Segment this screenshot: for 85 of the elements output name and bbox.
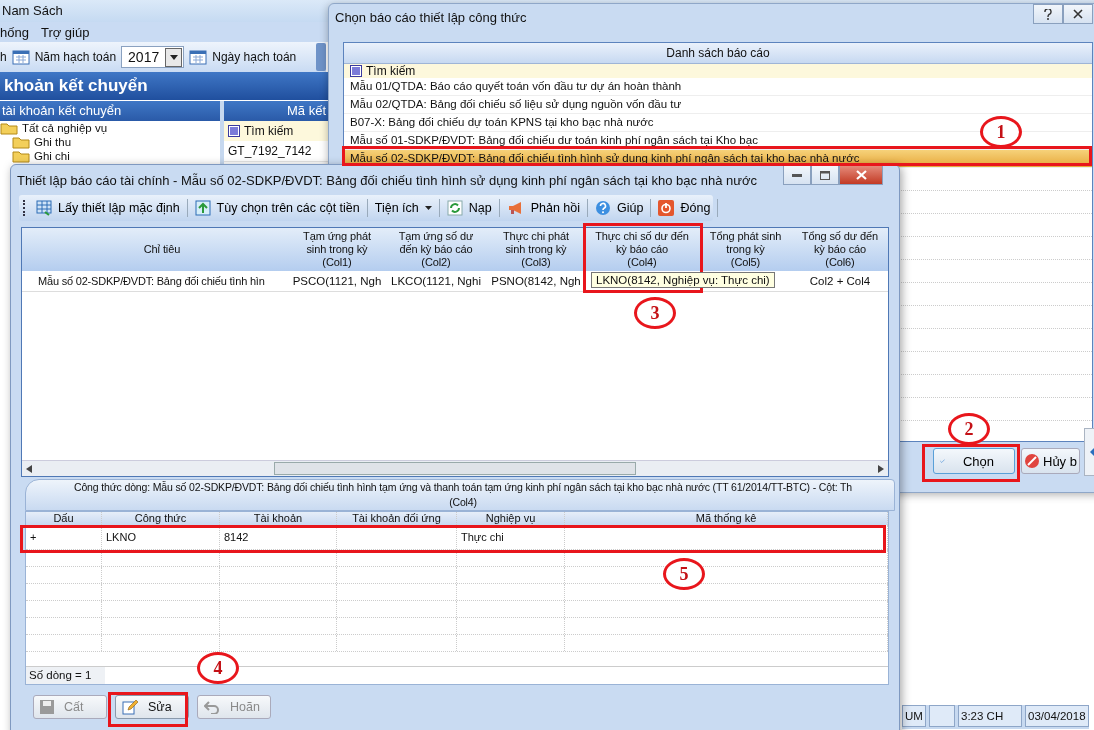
default-button[interactable]: Lấy thiết lập mặc định	[29, 199, 188, 217]
folder-icon	[12, 135, 30, 149]
menu-button[interactable]: Tiện ích	[367, 199, 440, 217]
table-cell: +	[26, 525, 102, 549]
upload-icon	[194, 200, 211, 216]
close-button[interactable]	[1063, 4, 1093, 24]
tree-item[interactable]: Tất cả nghiệp vụ	[0, 121, 220, 135]
question-icon	[1044, 8, 1052, 20]
filter-icon	[228, 125, 240, 137]
table-cell-text: LKCO(1121, Nghi	[390, 275, 482, 287]
status-pane: 3:23 CH	[958, 705, 1022, 727]
feedback-button[interactable]: Phản hồi	[499, 199, 589, 217]
column-header: Tạm ứng số dư đến kỳ báo cáo (Col2)	[397, 230, 475, 269]
table-icon	[36, 200, 52, 216]
year-dropdown[interactable]: 2017	[121, 46, 185, 68]
column-header: Tổng phát sinh trong kỳ (Col5)	[708, 230, 783, 269]
column-header: Tổng số dư đến kỳ báo cáo (Col6)	[800, 230, 880, 269]
power-icon	[658, 200, 675, 216]
options-button[interactable]: Tùy chọn trên các cột tiền	[187, 199, 368, 217]
column-header: Tài khoản	[220, 512, 337, 525]
formula-tab[interactable]: Công thức dòng: Mẫu số 02-SDKP/ĐVDT: Bảng đối chiếu tình hình tạm ứng và thanh toán tạm ứng kinh phí ngân sách tại kho bạc nhà nước (TT 61/2014/TT-BTC) - Cột: Th (Col4)	[25, 479, 895, 511]
edit-button[interactable]: Sửa	[115, 695, 189, 719]
column-header: Dấu	[26, 512, 102, 525]
table-cell: 8142	[220, 525, 337, 549]
section-heading: khoản kết chuyển	[0, 72, 330, 100]
toolbar-label: h	[0, 50, 7, 64]
table-cell-text: Col2 + Col4	[808, 275, 872, 287]
column-header: Chỉ tiêu	[142, 243, 182, 256]
scroll-right-icon	[878, 464, 884, 473]
dialog-title: Thiết lập báo cáo tài chính - Mẫu số 02-SDKP/ĐVDT: Bảng đối chiếu tình hình sử dụng kinh phí ngân sách tại kho bạc nhà nước	[17, 172, 757, 188]
undo-icon	[204, 700, 220, 714]
table-cell-text: Mẫu số 02-SDKP/ĐVDT: Bảng đối chiếu tình hìn	[37, 275, 266, 287]
cancel-button[interactable]: Hủy b	[1021, 448, 1080, 474]
floppy-icon	[40, 700, 54, 714]
help-icon	[595, 200, 612, 216]
date-label: Ngày hạch toán	[212, 50, 297, 64]
calendar-icon	[189, 49, 208, 65]
prohibited-icon	[1024, 453, 1040, 469]
help-button[interactable]	[1033, 4, 1063, 24]
table-cell: LKNO	[102, 525, 220, 549]
tree-item[interactable]: Ghi thu	[0, 135, 220, 149]
column-header: Tạm ứng phát sinh trong kỳ (Col1)	[302, 230, 372, 269]
column-header: Thực chi số dư đến kỳ báo cáo (Col4)	[594, 230, 690, 269]
list-item[interactable]: Mẫu 02/QTDA: Bảng đối chiếu số liệu sử dụng nguồn vốn đầu tư	[344, 96, 1092, 114]
close-icon	[855, 170, 867, 180]
pencil-icon	[122, 699, 138, 715]
column-header: Nghiệp vụ	[457, 512, 565, 525]
list-item[interactable]: Mẫu 01/QTDA: Báo cáo quyết toán vốn đầu tư dự án hoàn thành	[344, 78, 1092, 96]
caret-icon	[424, 206, 432, 210]
tree-item[interactable]: Ghi chi	[0, 149, 220, 163]
close-icon	[1073, 9, 1083, 19]
column-header: Mã kết	[224, 101, 330, 121]
status-pane: UM	[902, 705, 926, 727]
menu-item[interactable]: Trợ giúp	[40, 24, 90, 40]
reload-button[interactable]: Nạp	[439, 199, 500, 217]
table-cell-text: PSNO(8142, Ngh	[490, 275, 582, 287]
minimize-button[interactable]	[783, 165, 811, 185]
close-button[interactable]	[839, 165, 883, 185]
restore-icon	[820, 170, 830, 180]
minimize-icon	[792, 173, 802, 177]
tooltip: LKNO(8142, Nghiệp vụ: Thực chi)	[591, 272, 775, 288]
column-header: Công thức	[102, 512, 220, 525]
help-button[interactable]: Giúp	[588, 199, 652, 217]
table-cell-text: PSCO(1121, Ngh	[291, 275, 383, 287]
table-cell: Thực chi	[457, 525, 565, 549]
column-header: Thực chi phát sinh trong kỳ (Col3)	[502, 230, 570, 269]
row-count: Số dòng = 1	[26, 667, 105, 684]
horizontal-scrollbar[interactable]	[22, 460, 888, 476]
filter-icon	[350, 65, 362, 77]
refresh-icon	[446, 200, 463, 216]
dialog-title: Chọn báo cáo thiết lập công thức	[335, 9, 527, 25]
calendar-icon	[11, 49, 30, 65]
status-pane	[929, 705, 955, 727]
year-label: Năm hạch toán	[34, 50, 117, 64]
choose-button[interactable]: Chọn	[933, 448, 1015, 474]
status-pane: 03/04/2018	[1025, 705, 1089, 727]
column-header: Tài khoản đối ứng	[337, 512, 457, 525]
panel-header: tài khoản kết chuyển	[0, 101, 220, 121]
restore-button[interactable]	[811, 165, 839, 185]
close-button[interactable]: Đóng	[651, 199, 719, 217]
scroll-left-icon	[26, 464, 32, 473]
menu-item[interactable]: hống	[0, 24, 29, 40]
list-header: Danh sách báo cáo	[344, 43, 1092, 64]
column-header: Mã thống kê	[565, 512, 888, 525]
caret-icon	[169, 54, 178, 60]
